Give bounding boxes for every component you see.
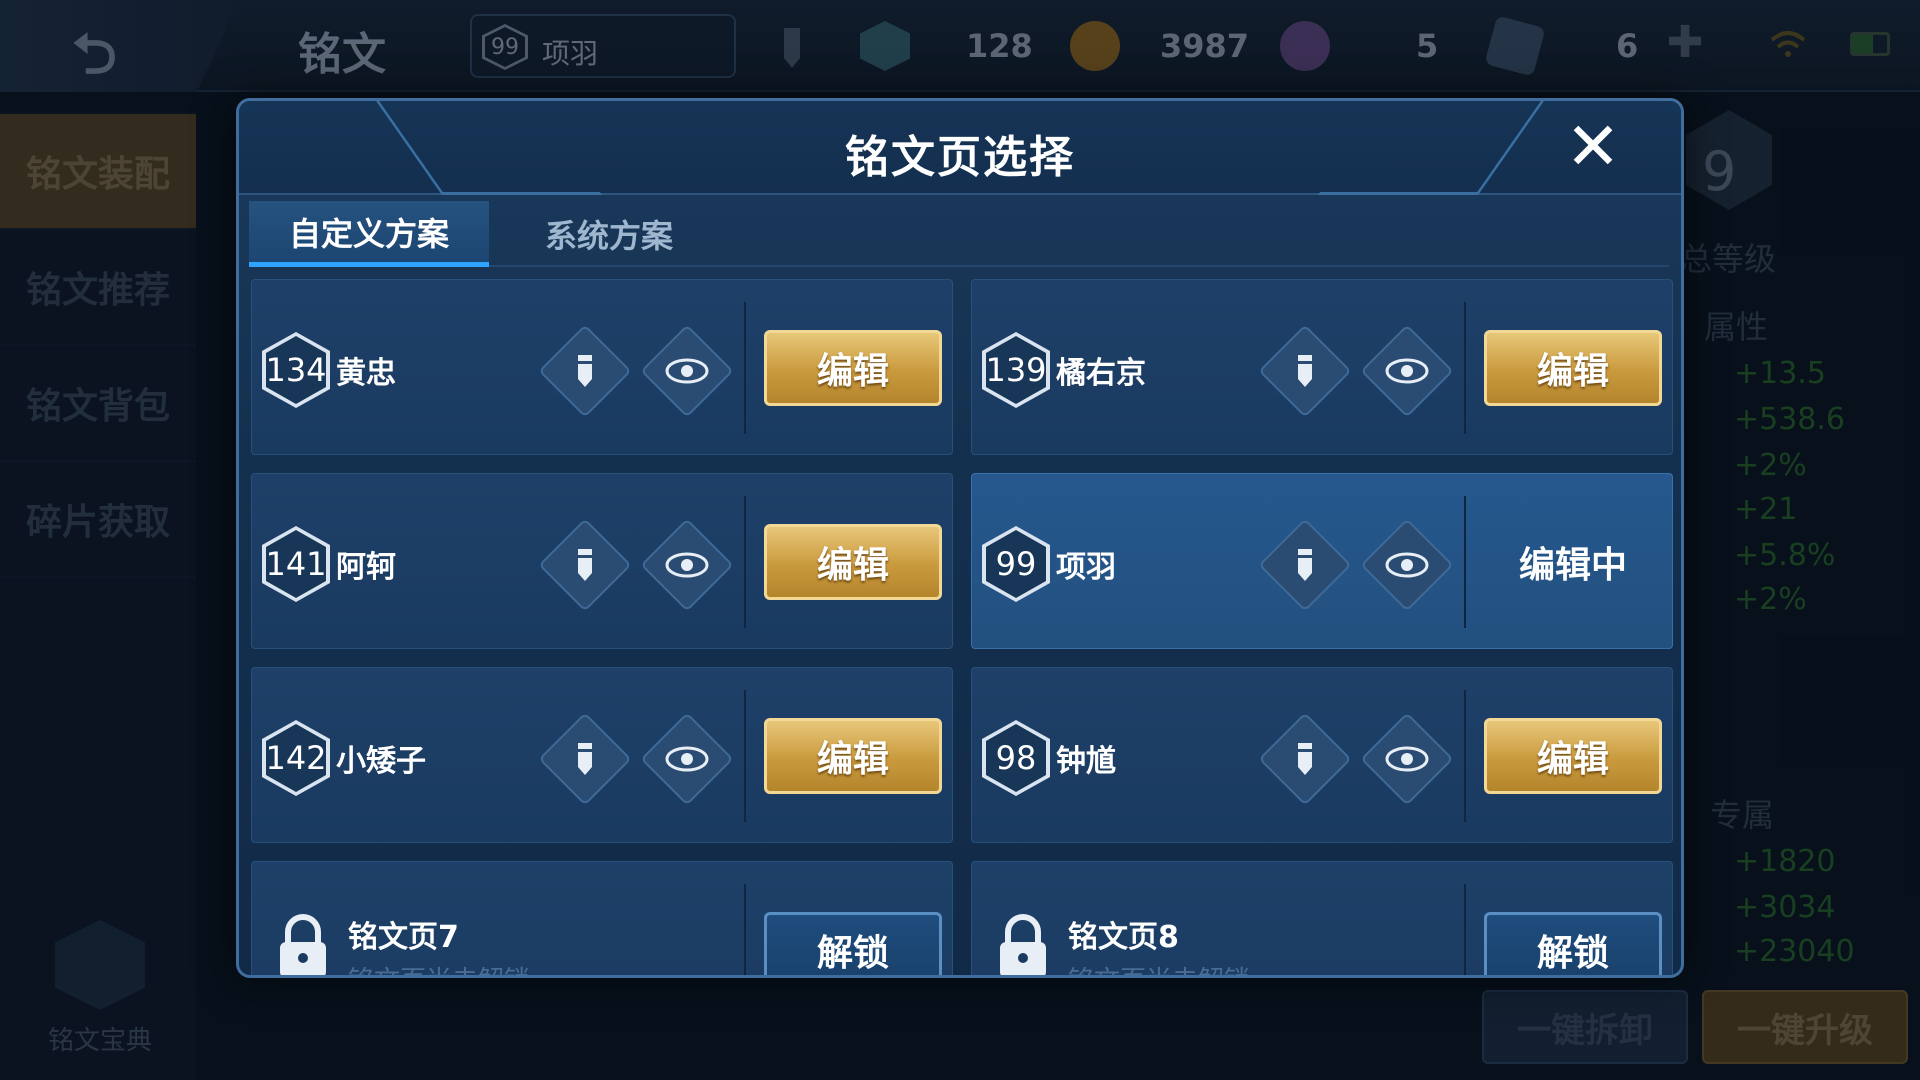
edit-button[interactable]: 编辑	[764, 524, 942, 600]
pencil-icon	[1298, 743, 1312, 775]
lock-icon	[276, 912, 330, 975]
preview-button[interactable]	[640, 712, 734, 806]
pencil-icon	[1298, 549, 1312, 581]
page-name: 项羽	[1056, 550, 1116, 585]
divider	[744, 302, 746, 434]
preview-button[interactable]	[1360, 712, 1454, 806]
edit-button[interactable]: 编辑	[764, 718, 942, 794]
page-card[interactable]: 141 阿轲 编辑	[251, 473, 953, 649]
page-name: 小矮子	[336, 744, 426, 779]
preview-button[interactable]	[640, 518, 734, 612]
tab-bar: 自定义方案 系统方案	[249, 201, 1669, 267]
divider	[1464, 302, 1466, 434]
close-icon[interactable]: ✕	[1563, 114, 1623, 180]
divider	[744, 496, 746, 628]
eye-icon	[1385, 746, 1429, 772]
level-badge: 141	[262, 526, 330, 602]
page-name: 黄忠	[336, 356, 396, 391]
pencil-icon	[578, 355, 592, 387]
eye-icon	[1385, 552, 1429, 578]
locked-page-subtitle: 铭文页尚未解锁	[1068, 960, 1250, 975]
preview-button[interactable]	[1360, 324, 1454, 418]
rename-button[interactable]	[1258, 518, 1352, 612]
rename-button[interactable]	[538, 324, 632, 418]
level-badge: 99	[982, 526, 1050, 602]
pencil-icon	[578, 549, 592, 581]
eye-icon	[1385, 358, 1429, 384]
level-badge: 134	[262, 332, 330, 408]
locked-page-title: 铭文页8	[1068, 920, 1179, 955]
rename-button[interactable]	[1258, 324, 1352, 418]
page-name: 阿轲	[336, 550, 396, 585]
page-select-modal: 铭文页选择 ✕ 自定义方案 系统方案 134 黄忠 编辑 139 橘右京 编辑 …	[236, 98, 1684, 978]
editing-status: 编辑中	[1518, 545, 1627, 586]
page-name: 橘右京	[1056, 356, 1146, 391]
lock-icon	[996, 912, 1050, 975]
eye-icon	[665, 358, 709, 384]
tab-custom[interactable]: 自定义方案	[249, 201, 489, 267]
pencil-icon	[1298, 355, 1312, 387]
edit-button[interactable]: 编辑	[1484, 718, 1662, 794]
eye-icon	[665, 552, 709, 578]
preview-button[interactable]	[1360, 518, 1454, 612]
level-badge: 98	[982, 720, 1050, 796]
modal-title: 铭文页选择	[845, 132, 1075, 183]
pencil-icon	[578, 743, 592, 775]
tab-system[interactable]: 系统方案	[489, 201, 729, 267]
page-card[interactable]: 98 钟馗 编辑	[971, 667, 1673, 843]
edit-button[interactable]: 编辑	[1484, 330, 1662, 406]
divider	[744, 690, 746, 822]
locked-page-subtitle: 铭文页尚未解锁	[348, 960, 530, 975]
rename-button[interactable]	[538, 712, 632, 806]
edit-button[interactable]: 编辑	[764, 330, 942, 406]
level-badge: 142	[262, 720, 330, 796]
divider	[1464, 496, 1466, 628]
preview-button[interactable]	[640, 324, 734, 418]
rename-button[interactable]	[1258, 712, 1352, 806]
divider	[744, 884, 746, 975]
locked-page-card: 铭文页8 铭文页尚未解锁 解锁	[971, 861, 1673, 975]
rename-button[interactable]	[538, 518, 632, 612]
locked-page-card: 铭文页7 铭文页尚未解锁 解锁	[251, 861, 953, 975]
page-card-active[interactable]: 99 项羽 编辑中	[971, 473, 1673, 649]
locked-page-title: 铭文页7	[348, 920, 459, 955]
unlock-button[interactable]: 解锁	[1484, 912, 1662, 975]
page-name: 钟馗	[1056, 744, 1116, 779]
page-card[interactable]: 142 小矮子 编辑	[251, 667, 953, 843]
divider	[1464, 884, 1466, 975]
divider	[1464, 690, 1466, 822]
eye-icon	[665, 746, 709, 772]
level-badge: 139	[982, 332, 1050, 408]
unlock-button[interactable]: 解锁	[764, 912, 942, 975]
modal-header: 铭文页选择 ✕	[239, 101, 1681, 195]
page-card[interactable]: 139 橘右京 编辑	[971, 279, 1673, 455]
page-card[interactable]: 134 黄忠 编辑	[251, 279, 953, 455]
